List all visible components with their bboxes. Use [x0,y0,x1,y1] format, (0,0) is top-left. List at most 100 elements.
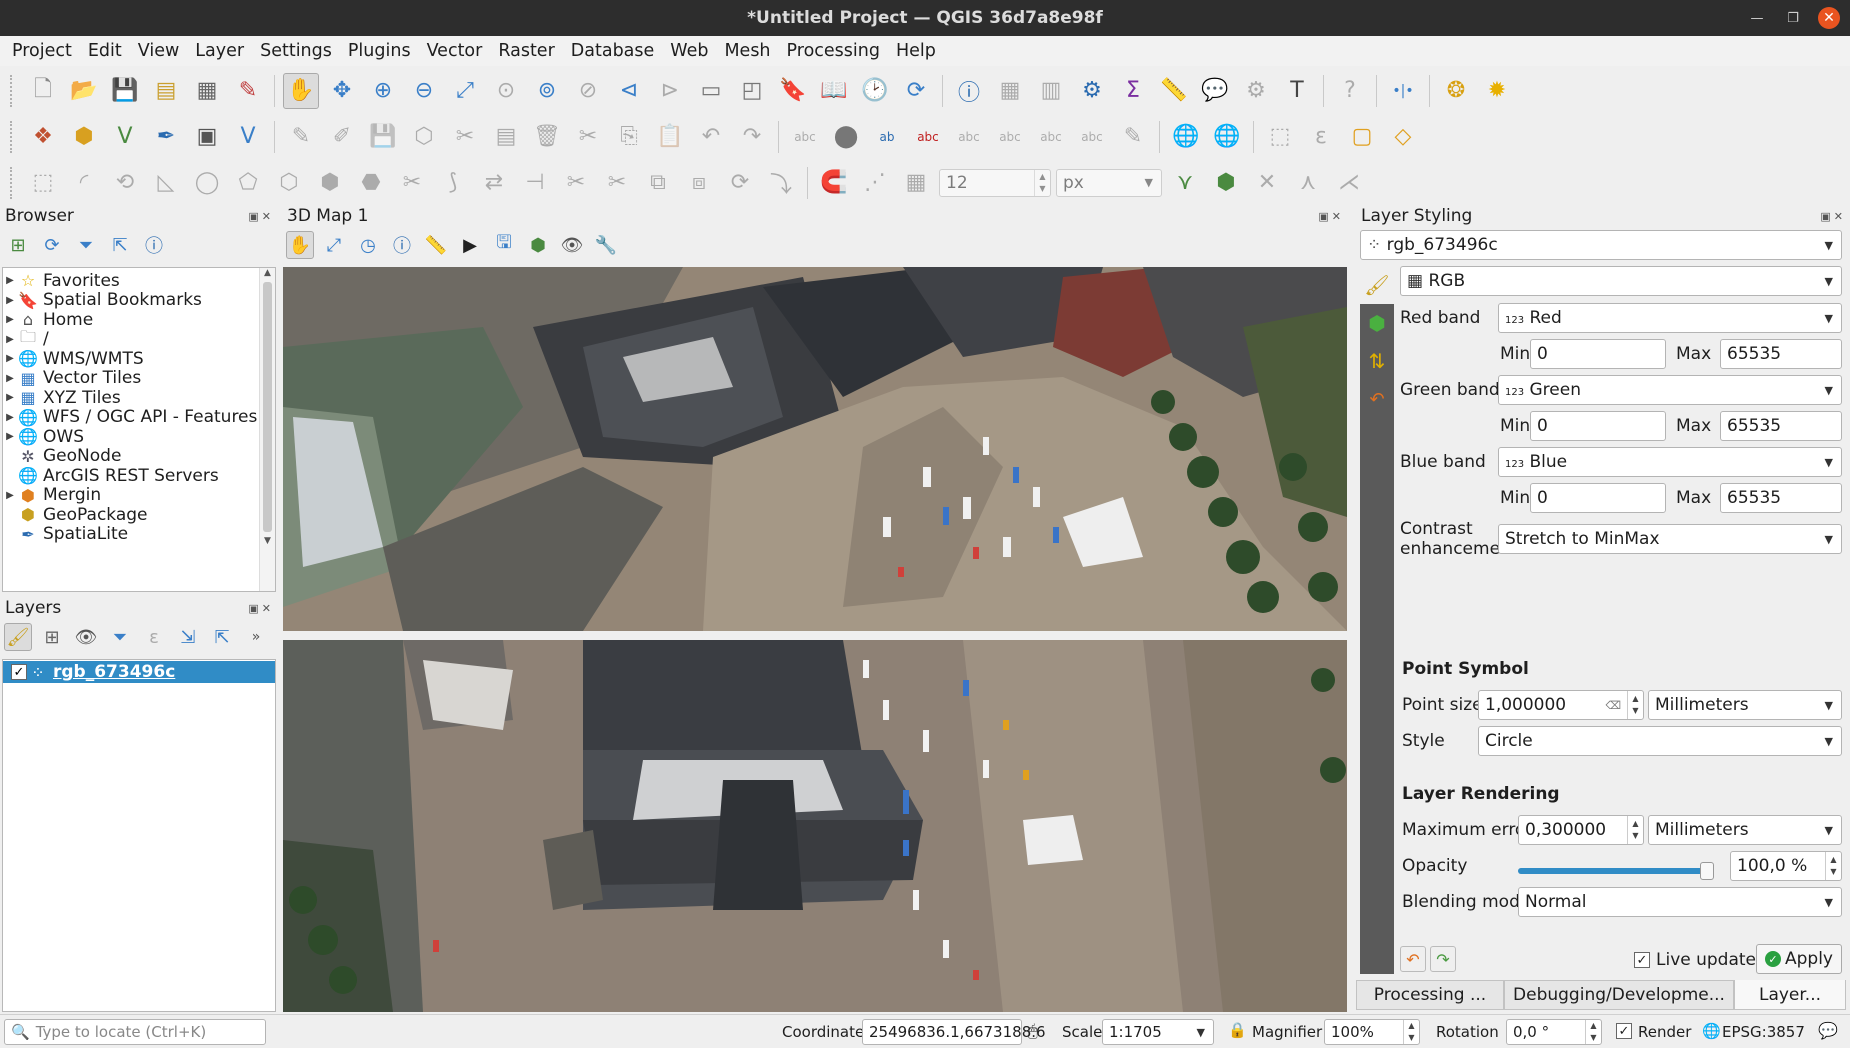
new-temp-layer-icon[interactable]: V [230,119,266,155]
collapse-all-layers-icon[interactable]: ⇱ [208,623,236,651]
rotation-input[interactable]: 0,0 ° ▲ ▼ [1506,1019,1602,1045]
change-label-icon[interactable]: abc [1074,119,1110,155]
select-by-expression-icon[interactable]: ε [1303,119,1339,155]
browser-item-arcgis[interactable]: 🌐 ArcGIS REST Servers [3,466,275,486]
menu-web[interactable]: Web [662,41,716,61]
modify-attributes-icon[interactable]: ▤ [488,119,524,155]
menu-project[interactable]: Project [4,41,80,61]
dock-float-close-icon[interactable]: ▣✕ [248,210,274,223]
open-layer-styling-icon[interactable]: 🖌 [4,623,32,651]
menu-settings[interactable]: Settings [252,41,340,61]
new-virtual-layer-icon[interactable]: ▣ [189,119,225,155]
animations-icon[interactable]: ▶ [456,231,484,259]
green-max-input[interactable]: 65535 [1720,411,1842,441]
browser-item-mergin[interactable]: ▶ ⬢ Mergin [3,485,275,505]
redo-style-icon[interactable]: ↷ [1430,946,1456,972]
highlight-labels-icon[interactable]: abc [910,119,946,155]
split-parts-icon[interactable]: ✂ [599,165,635,201]
max-error-input[interactable]: 0,300000 ▲ ▼ [1518,815,1644,845]
select-features-icon[interactable]: ⬚ [1262,119,1298,155]
toggle-editing-icon[interactable]: ✐ [324,119,360,155]
plugin-two-icon[interactable]: ✹ [1479,73,1515,109]
snapping-icon[interactable]: 🧲 [816,165,852,201]
label-rules-icon[interactable]: ⬤ [828,119,864,155]
menu-layer[interactable]: Layer [187,41,252,61]
new-bookmark-icon[interactable]: 🔖 [775,73,811,109]
help-icon[interactable]: ? [1332,73,1368,109]
data-source-manager-icon[interactable]: ❖ [25,119,61,155]
delete-part-icon[interactable]: ⬣ [353,165,389,201]
label-properties-icon[interactable]: ✎ [1115,119,1151,155]
map3d-view-topdown[interactable] [283,640,1347,1012]
browser-item-spatial-bookmarks[interactable]: ▶ 🔖 Spatial Bookmarks [3,290,275,310]
current-edits-icon[interactable]: ✎ [283,119,319,155]
configure-3d-icon[interactable]: 🔧 [592,231,620,259]
history-tab-icon[interactable]: ↶ [1360,380,1394,418]
deselect-all-icon[interactable]: ▢ [1344,119,1380,155]
show-bookmarks-icon[interactable]: 📖 [816,73,852,109]
processing-toolbox-icon[interactable]: ⚙ [1074,73,1110,109]
intersection-icon[interactable]: ✕ [1249,165,1285,201]
red-max-input[interactable]: 65535 [1720,339,1842,369]
search-wms-icon[interactable]: 🌐 [1209,119,1245,155]
add-part-icon[interactable]: ⬠ [230,165,266,201]
blue-band-select[interactable]: 123 Blue ▼ [1498,447,1842,477]
camera-pan-icon[interactable]: ✋ [286,231,314,259]
avoid-overlap-icon[interactable]: ⬢ [1208,165,1244,201]
tracing-icon[interactable]: ⋌ [1331,165,1367,201]
move-label-icon[interactable]: abc [992,119,1028,155]
select-by-location-icon[interactable]: ◇ [1385,119,1421,155]
menu-plugins[interactable]: Plugins [340,41,419,61]
delete-selected-icon[interactable]: 🗑 [529,119,565,155]
zoom-layer-icon[interactable]: ⊚ [529,73,565,109]
reverse-line-icon[interactable]: ⇄ [476,165,512,201]
browser-item-xyz-tiles[interactable]: ▶ ▦ XYZ Tiles [3,388,275,408]
expand-all-icon[interactable]: ⇲ [174,623,202,651]
text-annotation-icon[interactable]: T [1279,73,1315,109]
green-band-select[interactable]: 123 Green ▼ [1498,375,1842,405]
minimize-icon[interactable]: — [1746,11,1768,26]
refresh-icon[interactable]: ⟳ [898,73,934,109]
copy-features-icon[interactable]: ⎘ [611,119,647,155]
zoom-last-icon[interactable]: ⊲ [611,73,647,109]
blending-mode-select[interactable]: Normal ▼ [1518,887,1842,917]
browser-item-geopackage[interactable]: ⬢ GeoPackage [3,505,275,525]
filter-legend-icon[interactable]: ⏷ [106,623,134,651]
crs-button[interactable]: EPSG:3857 [1722,1023,1805,1041]
merge-attributes-icon[interactable]: ⧈ [681,165,717,201]
measure-line-icon[interactable]: 📏 [1156,73,1192,109]
zoom-out-icon[interactable]: ⊖ [406,73,442,109]
identify-features-icon[interactable]: ⓘ [951,73,987,109]
undo-icon[interactable]: ↶ [693,119,729,155]
new-spatialite-layer-icon[interactable]: ✒ [148,119,184,155]
pan-to-selection-icon[interactable]: ✥ [324,73,360,109]
layer-visibility-checkbox[interactable]: ✓ [11,664,27,680]
menu-vector[interactable]: Vector [419,41,491,61]
add-selected-layers-icon[interactable]: ⊞ [4,231,32,259]
live-update-toggle[interactable]: ✓ Live update [1634,950,1756,970]
save-project-icon[interactable]: 💾 [107,73,143,109]
pin-labels-icon[interactable]: ab [869,119,905,155]
browser-item-root[interactable]: ▶ 🗀 / [3,327,275,350]
apply-button[interactable]: ✓ Apply [1756,944,1842,974]
red-min-input[interactable]: 0 [1530,339,1666,369]
new-project-icon[interactable]: 🗋 [25,73,61,109]
reset-view-icon[interactable]: ◷ [354,231,382,259]
green-min-input[interactable]: 0 [1530,411,1666,441]
browser-item-ows[interactable]: ▶ 🌐 OWS [3,427,275,447]
style-manager-icon[interactable]: ✎ [230,73,266,109]
menu-edit[interactable]: Edit [80,41,130,61]
browser-item-wfs[interactable]: ▶ 🌐 WFS / OGC API - Features [3,407,275,427]
close-icon[interactable]: ✕ [1818,7,1840,29]
browser-item-spatialite[interactable]: ✒ SpatiaLite [3,524,275,544]
render-checkbox[interactable]: ✓ [1616,1023,1632,1039]
dock-float-close-icon[interactable]: ▣✕ [1820,210,1846,223]
plugin-one-icon[interactable]: ❂ [1438,73,1474,109]
select-location-icon[interactable]: ⚙ [1238,73,1274,109]
layer-select[interactable]: ⁘ rgb_673496c ▼ [1360,230,1842,260]
label-layer-icon[interactable]: abc [787,119,823,155]
new-3d-map-icon[interactable]: ◰ [734,73,770,109]
zoom-in-icon[interactable]: ⊕ [365,73,401,109]
merge-features-icon[interactable]: ⧉ [640,165,676,201]
add-group-icon[interactable]: ⊞ [38,623,66,651]
